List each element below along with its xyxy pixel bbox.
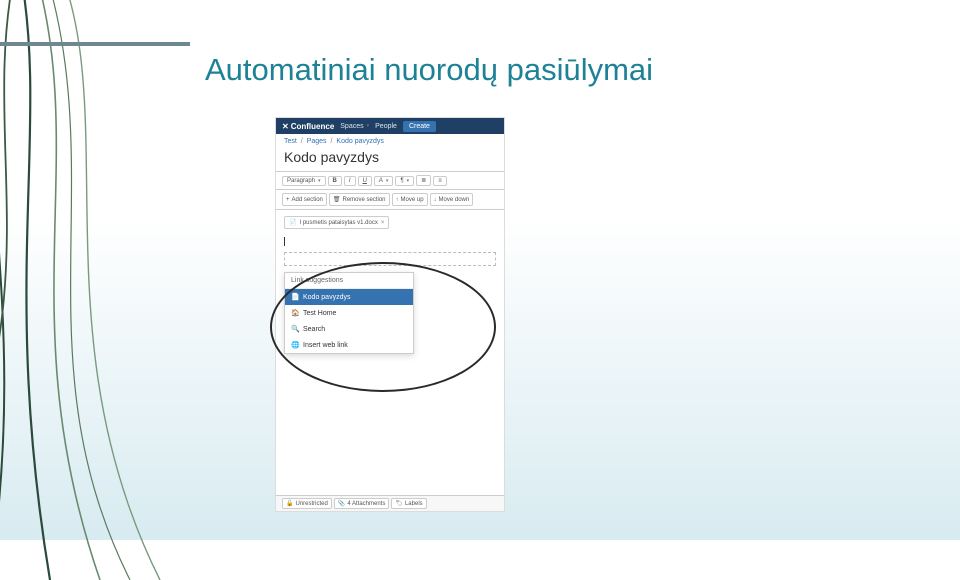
slide-title: Automatiniai nuorodų pasiūlymai	[205, 52, 653, 88]
add-section-button[interactable]: + Add section	[282, 193, 327, 206]
italic-button[interactable]: I	[344, 176, 356, 186]
nav-spaces[interactable]: Spaces	[340, 123, 369, 130]
add-section-label: Add section	[292, 197, 323, 203]
attachments-label: 4 Attachments	[347, 501, 385, 507]
editor-footer: 🔓 Unrestricted 📎 4 Attachments 🏷 Labels	[276, 495, 504, 511]
confluence-screenshot: ✕ Confluence Spaces People Create Test /…	[275, 117, 505, 512]
text-color-button[interactable]: A	[374, 176, 394, 186]
suggestion-item-home[interactable]: 🏠 Test Home	[285, 305, 413, 321]
lock-icon: 🔓	[286, 500, 293, 507]
page-title: Kodo pavyzdys	[276, 149, 504, 172]
move-down-button[interactable]: ↓ Move down	[430, 193, 474, 206]
labels-button[interactable]: 🏷 Labels	[391, 498, 426, 509]
format-toolbar: Paragraph B I U A ¶ ≣ ≡	[276, 172, 504, 190]
trash-icon: 🗑	[333, 196, 341, 203]
globe-icon: 🌐	[291, 341, 299, 349]
remove-section-label: Remove section	[343, 197, 386, 203]
arrow-up-icon: ↑	[396, 197, 399, 203]
suggestion-label: Kodo pavyzdys	[303, 294, 350, 301]
tag-icon: 🏷	[395, 500, 403, 507]
text-caret	[284, 237, 496, 246]
breadcrumb-sep: /	[331, 138, 333, 145]
suggestion-label: Insert web link	[303, 342, 348, 349]
create-button[interactable]: Create	[403, 121, 436, 132]
breadcrumb-pages[interactable]: Pages	[307, 138, 327, 145]
more-format-button[interactable]: ¶	[395, 176, 414, 186]
move-up-label: Move up	[401, 197, 424, 203]
remove-chip-icon[interactable]: ×	[381, 220, 385, 226]
bold-button[interactable]: B	[328, 176, 342, 186]
link-suggestions-popup: Link suggestions 📄 Kodo pavyzdys 🏠 Test …	[284, 272, 414, 354]
editor-body[interactable]: 📄 I pusmetis pataisytas v1.docx ×	[276, 210, 504, 246]
move-down-label: Move down	[439, 197, 470, 203]
restrictions-button[interactable]: 🔓 Unrestricted	[282, 498, 332, 509]
breadcrumb-current[interactable]: Kodo pavyzdys	[336, 138, 383, 145]
labels-label: Labels	[405, 501, 423, 507]
app-topbar: ✕ Confluence Spaces People Create	[276, 118, 504, 134]
file-chip-label: I pusmetis pataisytas v1.docx	[299, 220, 377, 226]
paperclip-icon: 📎	[338, 500, 345, 507]
breadcrumb: Test / Pages / Kodo pavyzdys	[276, 134, 504, 149]
product-name: Confluence	[291, 122, 335, 131]
move-up-button[interactable]: ↑ Move up	[392, 193, 428, 206]
section-toolbar: + Add section 🗑 Remove section ↑ Move up…	[276, 190, 504, 210]
drop-region[interactable]	[284, 252, 496, 266]
search-icon: 🔍	[291, 325, 299, 333]
breadcrumb-sep: /	[301, 138, 303, 145]
suggestion-item-search[interactable]: 🔍 Search	[285, 321, 413, 337]
plus-icon: +	[286, 197, 290, 203]
suggestion-item-page[interactable]: 📄 Kodo pavyzdys	[285, 289, 413, 305]
bullet-list-button[interactable]: ≣	[416, 175, 431, 186]
restrictions-label: Unrestricted	[295, 501, 327, 507]
popup-header: Link suggestions	[285, 273, 413, 289]
confluence-logo[interactable]: ✕ Confluence	[282, 122, 334, 131]
breadcrumb-space[interactable]: Test	[284, 138, 297, 145]
attachments-button[interactable]: 📎 4 Attachments	[334, 498, 390, 509]
title-rule	[0, 42, 190, 46]
arrow-down-icon: ↓	[434, 197, 437, 203]
page-icon: 📄	[291, 293, 299, 301]
nav-people[interactable]: People	[375, 123, 397, 130]
suggestion-item-weblink[interactable]: 🌐 Insert web link	[285, 337, 413, 353]
suggestion-label: Search	[303, 326, 325, 333]
file-icon: 📄	[289, 219, 296, 226]
underline-button[interactable]: U	[358, 176, 372, 186]
numbered-list-button[interactable]: ≡	[433, 176, 447, 186]
remove-section-button[interactable]: 🗑 Remove section	[329, 193, 390, 206]
wiki-icon: ✕	[282, 122, 289, 131]
home-icon: 🏠	[291, 309, 299, 317]
attachment-chip[interactable]: 📄 I pusmetis pataisytas v1.docx ×	[284, 216, 389, 229]
paragraph-dropdown[interactable]: Paragraph	[282, 176, 326, 186]
suggestion-label: Test Home	[303, 310, 336, 317]
